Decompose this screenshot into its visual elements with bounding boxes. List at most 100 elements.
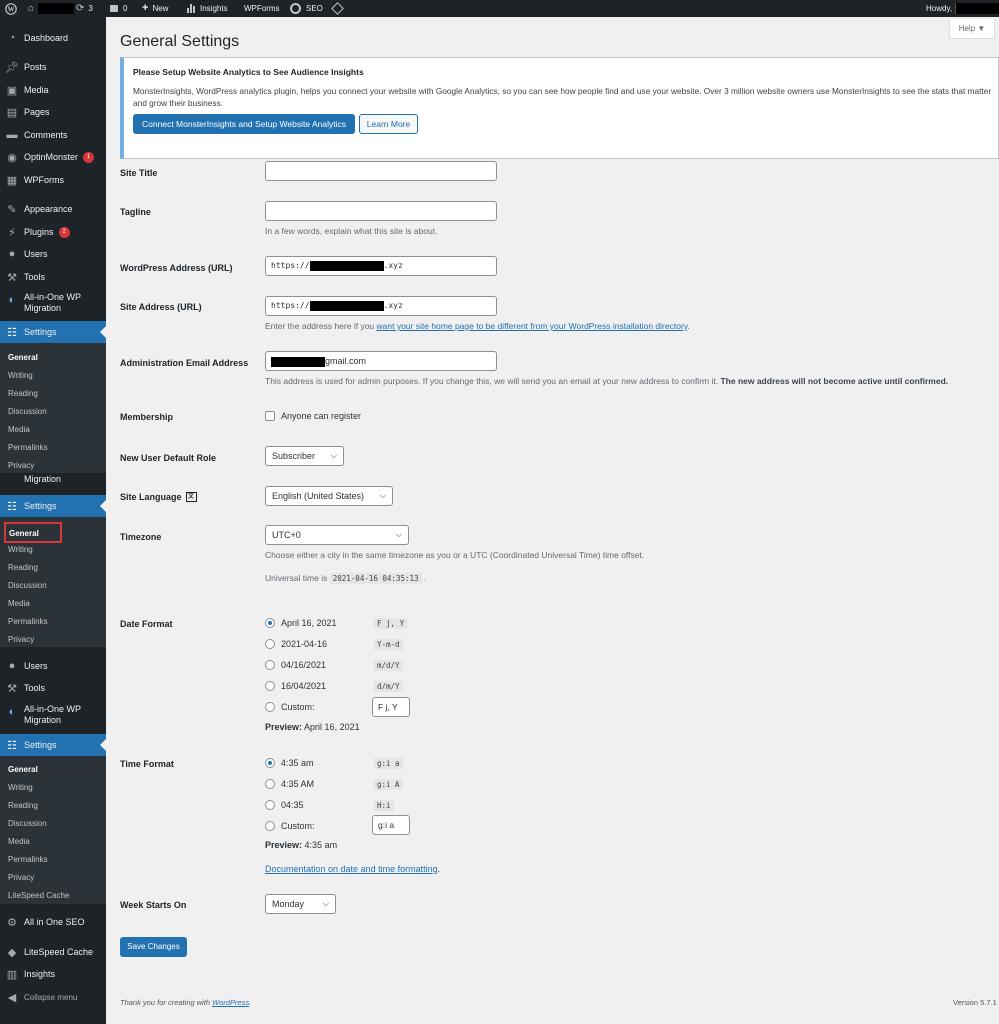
help-tab-button[interactable]: Help ▼ (949, 19, 995, 39)
site-home-link[interactable]: ⌂ (28, 0, 75, 17)
menu-plugins[interactable]: ⚡︎ Plugins 2 (0, 221, 106, 243)
date-time-documentation-link[interactable]: Documentation on date and time formattin… (265, 864, 438, 874)
updates-link[interactable]: ⟳ 3 (76, 0, 93, 17)
anyone-can-register-checkbox[interactable] (265, 411, 275, 421)
menu-migration[interactable]: ◐ All-in-One WP Migration (0, 704, 106, 732)
menu-optinmonster[interactable]: ◉ OptinMonster 1 (0, 146, 106, 168)
different-directory-link[interactable]: want your site home page to be different… (377, 321, 688, 331)
week-starts-select[interactable]: Monday ⌵ (265, 894, 336, 914)
menu-insights[interactable]: ▥ Insights (0, 963, 106, 985)
menu-users[interactable]: ● Users (0, 243, 106, 265)
menu-wpforms[interactable]: ▦ WPForms (0, 169, 106, 191)
time-format-custom-input[interactable]: g:i a (372, 815, 410, 835)
insights-link[interactable]: Insights (187, 0, 228, 17)
time-format-radio-2[interactable] (265, 779, 275, 789)
submenu-media[interactable]: Media (8, 833, 30, 851)
menu-settings[interactable]: ☷ Settings (0, 321, 106, 343)
page-title: General Settings (120, 33, 240, 50)
menu-label: Dashboard (24, 33, 69, 43)
menu-tools[interactable]: ⚒ Tools (0, 677, 106, 699)
wordpress-address-label: WordPress Address (URL) (120, 263, 233, 273)
submenu-writing[interactable]: Writing (8, 541, 33, 559)
main-content: Help ▼ General Settings Please Setup Web… (106, 17, 999, 1024)
menu-label: All-in-One WP (24, 292, 82, 302)
menu-settings-repeat[interactable]: ☷ Settings (0, 495, 106, 517)
seo-link[interactable]: SEO (290, 0, 323, 17)
footer-version: Version 5.7.1 (953, 998, 997, 1007)
user-icon: ● (8, 248, 16, 260)
submenu-writing[interactable]: Writing (8, 367, 33, 385)
date-format-radio-2[interactable] (265, 639, 275, 649)
menu-migration[interactable]: ◐ All-in-One WP Migration (0, 292, 106, 320)
submenu-reading[interactable]: Reading (8, 385, 38, 403)
settings-submenu: General Writing Reading Discussion Media… (0, 756, 106, 904)
save-changes-button[interactable]: Save Changes (120, 937, 187, 957)
submenu-discussion[interactable]: Discussion (8, 403, 47, 421)
insights-icon: ▥ (6, 968, 18, 981)
admin-email-input[interactable]: gmail.com (265, 351, 497, 371)
date-format-radio-3[interactable] (265, 660, 275, 670)
plugins-badge: 2 (58, 226, 70, 238)
menu-litespeed-cache[interactable]: ◆ LiteSpeed Cache (0, 941, 106, 963)
refresh-icon: ⟳ (76, 3, 85, 14)
submenu-privacy[interactable]: Privacy (8, 869, 34, 887)
site-address-input[interactable]: https:// .xyz (265, 296, 497, 316)
submenu-general[interactable]: General (8, 349, 38, 367)
tagline-label: Tagline (120, 207, 151, 217)
submenu-writing[interactable]: Writing (8, 779, 33, 797)
menu-media[interactable]: ▣ Media (0, 79, 106, 101)
menu-dashboard[interactable]: ◔ Dashboard (0, 27, 106, 49)
new-content-link[interactable]: + New (142, 0, 168, 17)
submenu-permalinks[interactable]: Permalinks (8, 439, 48, 457)
menu-posts[interactable]: 📌︎ Posts (0, 56, 106, 78)
comments-link[interactable]: 0 (110, 0, 127, 17)
menu-appearance[interactable]: ✎ Appearance (0, 198, 106, 220)
site-title-input[interactable] (265, 161, 497, 181)
default-role-select[interactable]: Subscriber ⌵ (265, 446, 344, 466)
wordpress-logo-icon[interactable]: W (5, 0, 17, 17)
optinmonster-icon: ◉ (7, 151, 17, 164)
date-format-radio-custom[interactable] (265, 702, 275, 712)
wpforms-link[interactable]: WPForms (244, 0, 280, 17)
menu-tools[interactable]: ⚒ Tools (0, 266, 106, 288)
universal-time-end: . (423, 573, 427, 583)
date-format-radio-1[interactable] (265, 618, 275, 628)
submenu-reading[interactable]: Reading (8, 559, 38, 577)
time-format-radio-1[interactable] (265, 758, 275, 768)
menu-comments[interactable]: ▬ Comments (0, 124, 106, 146)
tagline-input[interactable] (265, 201, 497, 221)
submenu-discussion[interactable]: Discussion (8, 815, 47, 833)
submenu-reading[interactable]: Reading (8, 797, 38, 815)
litespeed-diamond-icon[interactable] (331, 0, 344, 17)
learn-more-button[interactable]: Learn More (359, 114, 418, 134)
submenu-permalinks[interactable]: Permalinks (8, 613, 48, 631)
submenu-litespeed-cache[interactable]: LiteSpeed Cache (8, 887, 69, 905)
date-format-custom-input[interactable]: F j, Y (372, 697, 410, 717)
submenu-discussion[interactable]: Discussion (8, 577, 47, 595)
submenu-media[interactable]: Media (8, 421, 30, 439)
my-account-link[interactable]: Howdy, (926, 0, 999, 17)
notice-title: Please Setup Website Analytics to See Au… (133, 67, 364, 77)
wordpress-address-input[interactable]: https:// .xyz (265, 256, 497, 276)
menu-label: All in One SEO (24, 917, 85, 927)
submenu-media[interactable]: Media (8, 595, 30, 613)
submenu-permalinks[interactable]: Permalinks (8, 851, 48, 869)
menu-users[interactable]: ● Users (0, 655, 106, 677)
site-language-select[interactable]: English (United States) ⌵ (265, 486, 393, 506)
wordpress-link[interactable]: WordPress (212, 998, 249, 1007)
time-format-radio-custom[interactable] (265, 821, 275, 831)
submenu-general[interactable]: General (8, 761, 38, 779)
menu-pages[interactable]: ▤ Pages (0, 101, 106, 123)
caret-down-icon: ▼ (977, 24, 986, 33)
menu-settings[interactable]: ☷ Settings (0, 734, 106, 756)
submenu-privacy[interactable]: Privacy (8, 631, 34, 649)
time-format-radio-3[interactable] (265, 800, 275, 810)
timezone-select[interactable]: UTC+0 ⌵ (265, 525, 409, 545)
settings-submenu: General Writing Reading Discussion Media… (0, 343, 106, 473)
menu-migration-repeat[interactable]: Migration (0, 473, 106, 495)
submenu-general-highlighted[interactable]: General (4, 522, 62, 543)
date-format-radio-4[interactable] (265, 681, 275, 691)
connect-monsterinsights-button[interactable]: Connect MonsterInsights and Setup Websit… (133, 114, 355, 134)
collapse-menu-button[interactable]: ◀ Collapse menu (0, 986, 106, 1008)
menu-all-in-one-seo[interactable]: ⚙ All in One SEO (0, 911, 106, 933)
